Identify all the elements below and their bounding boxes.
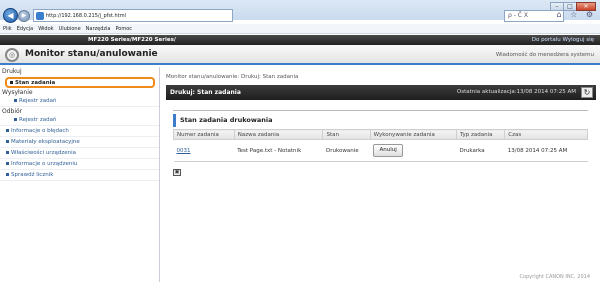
sidebar-item-check-counter[interactable]: Sprawdź licznik (0, 170, 159, 181)
sidebar-section-receive: Odbiór (2, 108, 23, 115)
bullet-icon (6, 140, 9, 143)
page-icon[interactable]: ▣ (173, 169, 181, 176)
sidebar-item-label: Rejestr zadań (19, 117, 57, 123)
bullet-icon (10, 81, 13, 84)
bullet-icon (6, 151, 9, 154)
monitor-icon: ◎ (5, 48, 19, 62)
col-job-type: Typ zadania (455, 129, 506, 140)
admin-message-link[interactable]: Wiadomość do menedżera systemu (496, 52, 594, 58)
refresh-icon[interactable]: ↻ (581, 87, 593, 98)
job-status-panel: Stan zadania drukowania Numer zadania Na… (173, 110, 588, 176)
sidebar-item-consumables[interactable]: Materiały eksploatacyjne (0, 137, 159, 148)
bullet-icon (6, 173, 9, 176)
sidebar-item-label: Właściwości urządzenia (11, 150, 76, 156)
col-job-name: Nazwa zadania (233, 129, 324, 140)
sidebar-item-send-log[interactable]: Rejestr zadań (0, 96, 159, 107)
last-update-text: Ostatnia aktualizacja:13/08 2014 07:25 A… (456, 89, 576, 95)
main-content: Monitor stanu/anulowanie: Drukuj: Stan z… (166, 67, 596, 282)
product-name: MF220 Series/MF220 Series/ (88, 37, 176, 43)
forward-icon[interactable]: ▶ (18, 10, 30, 22)
col-action: Wykonywanie zadania (369, 129, 457, 140)
job-number-link[interactable]: 0031 (173, 139, 235, 162)
sidebar: Drukuj Stan zadania Wysyłanie Rejestr za… (0, 67, 160, 282)
page-title-band: ◎ Monitor stanu/anulowanie Wiadomość do … (0, 45, 600, 65)
sidebar-section-send: Wysyłanie (2, 89, 33, 96)
table-header-row: Numer zadania Nazwa zadania Stan Wykonyw… (173, 129, 588, 140)
bullet-icon (14, 99, 17, 102)
browser-menubar: Plik Edycja Widok Ulubione Narzędzia Pom… (0, 24, 600, 34)
menu-view[interactable]: Widok (38, 24, 53, 33)
bullet-icon (6, 129, 9, 132)
sidebar-item-job-status[interactable]: Stan zadania (5, 77, 155, 88)
bullet-icon (6, 162, 9, 165)
sidebar-item-device-features[interactable]: Właściwości urządzenia (0, 148, 159, 159)
cancel-button[interactable]: Anuluj (373, 144, 404, 157)
search-refresh-controls[interactable]: ρ - Ĉ X (504, 10, 564, 22)
menu-tools[interactable]: Narzędzia (86, 24, 111, 33)
job-number[interactable]: 0031 (177, 148, 191, 154)
sidebar-item-label: Stan zadania (15, 80, 56, 86)
job-name: Test Page.txt - Notatnik (234, 139, 323, 162)
table-row: 0031 Test Page.txt - Notatnik Drukowanie… (173, 139, 588, 162)
menu-edit[interactable]: Edycja (17, 24, 34, 33)
menu-file[interactable]: Plik (3, 24, 12, 33)
col-status: Stan (322, 129, 371, 140)
section-title: Drukuj: Stan zadania (170, 89, 241, 96)
job-time: 13/08 2014 07:25 AM (504, 139, 588, 162)
section-header: Drukuj: Stan zadania Ostatnia aktualizac… (166, 85, 596, 100)
page-title: Monitor stanu/anulowanie (25, 49, 158, 59)
job-action-cell: Anuluj (370, 139, 457, 162)
sidebar-item-label: Rejestr zadań (19, 98, 57, 104)
favicon-icon (36, 11, 44, 20)
back-icon[interactable]: ◀ (3, 8, 18, 23)
col-job-number: Numer zadania (173, 129, 235, 140)
sidebar-item-label: Informacje o błędach (11, 128, 69, 134)
job-type: Drukarka (456, 139, 505, 162)
menu-help[interactable]: Pomoc (115, 24, 132, 33)
header-links[interactable]: Do portalu Wyloguj się (532, 35, 594, 45)
sidebar-item-device-info[interactable]: Informacje o urządzeniu (0, 159, 159, 170)
menu-favorites[interactable]: Ulubione (59, 24, 81, 33)
sidebar-section-print: Drukuj (2, 68, 22, 75)
sidebar-item-receive-log[interactable]: Rejestr zadań (0, 115, 159, 126)
bullet-icon (14, 118, 17, 121)
home-star-gear-icons[interactable]: ⌂ ☆ ⚙ (556, 10, 596, 19)
browser-navbar: ◀ ▶ http://192.168.0.215/j_pfst.html ρ -… (0, 8, 600, 24)
job-status: Drukowanie (322, 139, 371, 162)
copyright-text: Copyright CANON INC. 2014 (519, 274, 590, 280)
panel-title: Stan zadania drukowania (173, 114, 588, 127)
url-text: http://192.168.0.215/j_pfst.html (46, 12, 126, 19)
col-time: Czas (504, 129, 588, 140)
breadcrumb: Monitor stanu/anulowanie: Drukuj: Stan z… (166, 74, 299, 80)
sidebar-item-error-info[interactable]: Informacje o błędach (0, 126, 159, 137)
address-bar[interactable]: http://192.168.0.215/j_pfst.html (33, 9, 233, 22)
sidebar-item-label: Informacje o urządzeniu (11, 161, 78, 167)
app-header: MF220 Series/MF220 Series/ Do portalu Wy… (0, 35, 600, 45)
job-table: Numer zadania Nazwa zadania Stan Wykonyw… (173, 129, 588, 162)
sidebar-item-label: Sprawdź licznik (11, 172, 54, 178)
sidebar-item-label: Materiały eksploatacyjne (11, 139, 80, 145)
